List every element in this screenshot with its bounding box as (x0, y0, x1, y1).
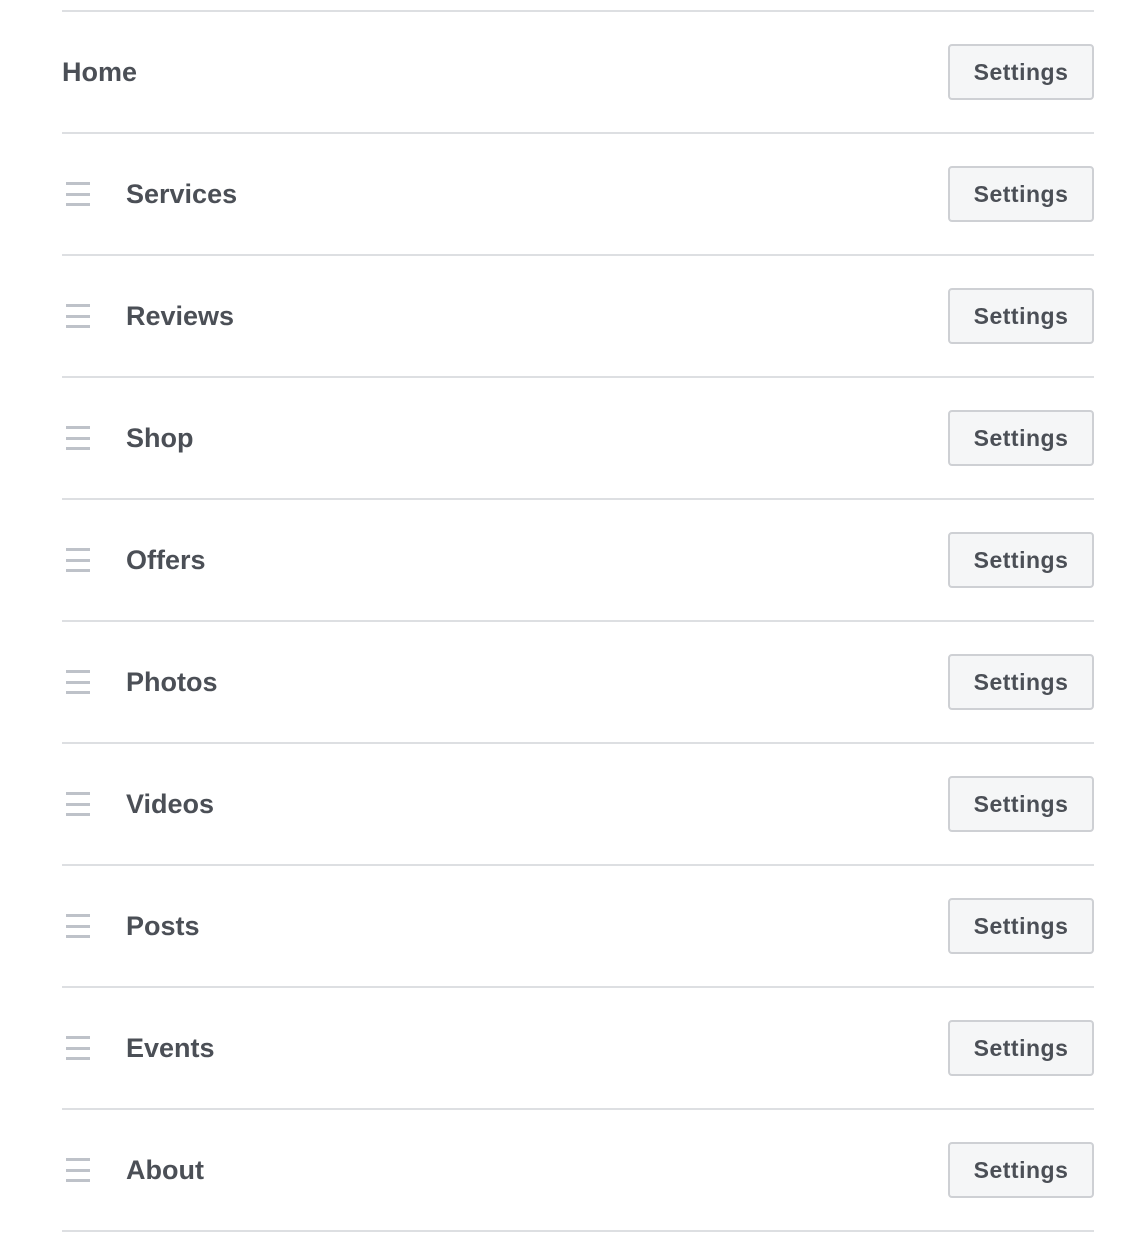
tab-row-posts: Posts Settings (62, 866, 1094, 988)
tab-label: Shop (126, 422, 194, 453)
tab-list: Home Settings Services Settings Reviews Setti… (62, 10, 1094, 1232)
tab-label: Videos (126, 788, 215, 819)
drag-handle-bar (66, 447, 90, 450)
tab-label: Posts (126, 910, 200, 941)
drag-handle-bar (66, 548, 90, 551)
settings-button[interactable]: Settings (948, 44, 1094, 100)
tab-row-videos: Videos Settings (62, 744, 1094, 866)
drag-handle-icon[interactable] (66, 304, 90, 328)
drag-handle-bar (66, 426, 90, 429)
drag-handle-icon[interactable] (66, 548, 90, 572)
drag-handle-bar (66, 192, 90, 196)
settings-button[interactable]: Settings (948, 166, 1094, 222)
drag-handle-icon[interactable] (66, 1036, 90, 1060)
drag-handle-bar (66, 792, 90, 795)
tab-label: About (126, 1154, 204, 1185)
drag-handle-bar (66, 813, 90, 816)
drag-handle-bar (66, 314, 90, 318)
tab-label: Home (62, 56, 138, 87)
tab-row-events: Events Settings (62, 988, 1094, 1110)
drag-handle-bar (66, 691, 90, 694)
settings-button[interactable]: Settings (948, 288, 1094, 344)
drag-handle-icon[interactable] (66, 426, 90, 450)
drag-handle-icon[interactable] (66, 182, 90, 206)
drag-handle-bar (66, 924, 90, 928)
drag-handle-bar (66, 680, 90, 684)
drag-handle-bar (66, 325, 90, 328)
drag-handle-bar (66, 1046, 90, 1050)
tab-label: Offers (126, 544, 206, 575)
tab-row-photos: Photos Settings (62, 622, 1094, 744)
drag-handle-bar (66, 182, 90, 185)
settings-button[interactable]: Settings (948, 1142, 1094, 1198)
drag-handle-icon[interactable] (66, 914, 90, 938)
tab-row-shop: Shop Settings (62, 378, 1094, 500)
settings-button[interactable]: Settings (948, 898, 1094, 954)
tab-label: Events (126, 1032, 215, 1063)
tab-row-about: About Settings (62, 1110, 1094, 1232)
drag-handle-bar (66, 558, 90, 562)
tab-row-offers: Offers Settings (62, 500, 1094, 622)
drag-handle-icon[interactable] (66, 670, 90, 694)
drag-handle-icon[interactable] (66, 792, 90, 816)
drag-handle-icon[interactable] (66, 1158, 90, 1182)
drag-handle-bar (66, 935, 90, 938)
settings-button[interactable]: Settings (948, 1020, 1094, 1076)
settings-button[interactable]: Settings (948, 532, 1094, 588)
drag-handle-bar (66, 304, 90, 307)
drag-handle-bar (66, 1179, 90, 1182)
tab-row-services: Services Settings (62, 134, 1094, 256)
tab-label: Services (126, 178, 238, 209)
drag-handle-bar (66, 436, 90, 440)
drag-handle-bar (66, 1057, 90, 1060)
tab-label: Photos (126, 666, 218, 697)
drag-handle-bar (66, 569, 90, 572)
drag-handle-bar (66, 1158, 90, 1161)
tab-row-reviews: Reviews Settings (62, 256, 1094, 378)
drag-handle-bar (66, 670, 90, 673)
tab-label: Reviews (126, 300, 235, 331)
tab-row-home: Home Settings (62, 12, 1094, 134)
settings-button[interactable]: Settings (948, 776, 1094, 832)
drag-handle-bar (66, 1036, 90, 1039)
drag-handle-bar (66, 914, 90, 917)
drag-handle-bar (66, 802, 90, 806)
drag-handle-bar (66, 203, 90, 206)
drag-handle-bar (66, 1168, 90, 1172)
settings-button[interactable]: Settings (948, 654, 1094, 710)
settings-button[interactable]: Settings (948, 410, 1094, 466)
